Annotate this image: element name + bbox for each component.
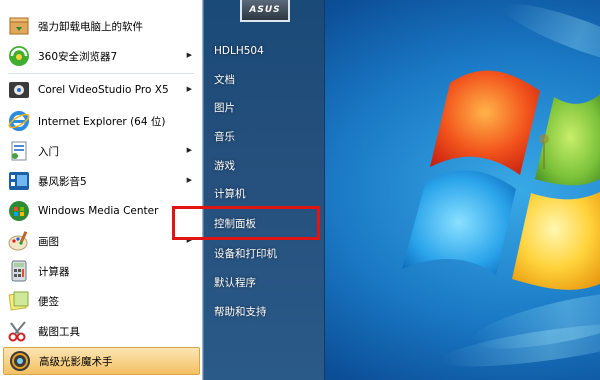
neo-imaging-icon [8,349,32,373]
places-item-default-programs[interactable]: 默认程序 [214,275,256,290]
program-item-baofeng[interactable]: 暴风影音5 ▶ [3,167,200,195]
separator [8,73,194,74]
submenu-arrow-icon: ▶ [186,176,192,184]
places-item-pictures[interactable]: 图片 [214,100,235,115]
submenu-arrow-icon: ▶ [186,146,192,154]
program-item-getting-started[interactable]: 入门 ▶ [3,137,200,165]
windows-logo-icon [402,70,600,290]
program-label: 暴风影音5 [38,175,87,188]
program-item-neo-imaging[interactable]: 高级光影魔术手 [3,347,200,375]
submenu-arrow-icon: ▶ [186,85,192,93]
start-menu-places-pane: HDLH504 文档 图片 音乐 游戏 计算机 控制面板 设备和打印机 默认程序… [203,0,325,380]
snipping-tool-icon [7,319,31,343]
program-label: 入门 [38,145,59,158]
program-label: 便签 [38,295,59,308]
calculator-icon [7,259,31,283]
annotation-highlight-box [172,206,320,240]
uninstall-box-icon [7,14,31,38]
program-item-paint[interactable]: 画图 ▶ [3,227,200,255]
internet-explorer-icon [7,109,31,133]
program-item-calculator[interactable]: 计算器 [3,257,200,285]
program-label: 画图 [38,235,59,248]
program-label: 强力卸载电脑上的软件 [38,20,143,33]
program-item-corel-videostudio[interactable]: Corel VideoStudio Pro X5 ▶ [3,76,200,104]
submenu-arrow-icon: ▶ [186,51,192,59]
places-item-devices-printers[interactable]: 设备和打印机 [214,246,277,261]
windows-media-center-icon [7,199,31,223]
program-item-sticky-notes[interactable]: 便签 [3,287,200,315]
program-item-media-center[interactable]: Windows Media Center [3,197,200,225]
sticky-notes-icon [7,289,31,313]
program-item-internet-explorer[interactable]: Internet Explorer (64 位) [3,107,200,135]
baofeng-player-icon [7,169,31,193]
program-label: 360安全浏览器7 [38,50,118,63]
program-label: Internet Explorer (64 位) [38,115,166,128]
program-item-uninstaller[interactable]: 强力卸载电脑上的软件 [3,12,200,40]
program-label: 高级光影魔术手 [39,355,113,368]
places-item-user-folder[interactable]: HDLH504 [214,45,264,57]
places-item-computer[interactable]: 计算机 [214,186,246,201]
places-item-help-support[interactable]: 帮助和支持 [214,304,267,319]
asus-logo: ASUS [249,5,281,15]
program-label: Corel VideoStudio Pro X5 [38,84,169,96]
user-account-picture[interactable]: ASUS [240,0,290,22]
program-item-360-browser[interactable]: 360安全浏览器7 ▶ [3,42,200,70]
places-item-games[interactable]: 游戏 [214,158,235,173]
browser-360-icon [7,44,31,68]
getting-started-icon [7,139,31,163]
places-item-music[interactable]: 音乐 [214,129,235,144]
paint-icon [7,229,31,253]
places-item-documents[interactable]: 文档 [214,72,235,87]
program-item-snipping-tool[interactable]: 截图工具 [3,317,200,345]
start-menu-programs-pane: 强力卸载电脑上的软件 360安全浏览器7 ▶ Corel VideoStudio… [0,0,203,380]
program-label: 计算器 [38,265,70,278]
program-label: Windows Media Center [38,205,159,217]
program-label: 截图工具 [38,325,80,338]
corel-videostudio-icon [7,78,31,102]
